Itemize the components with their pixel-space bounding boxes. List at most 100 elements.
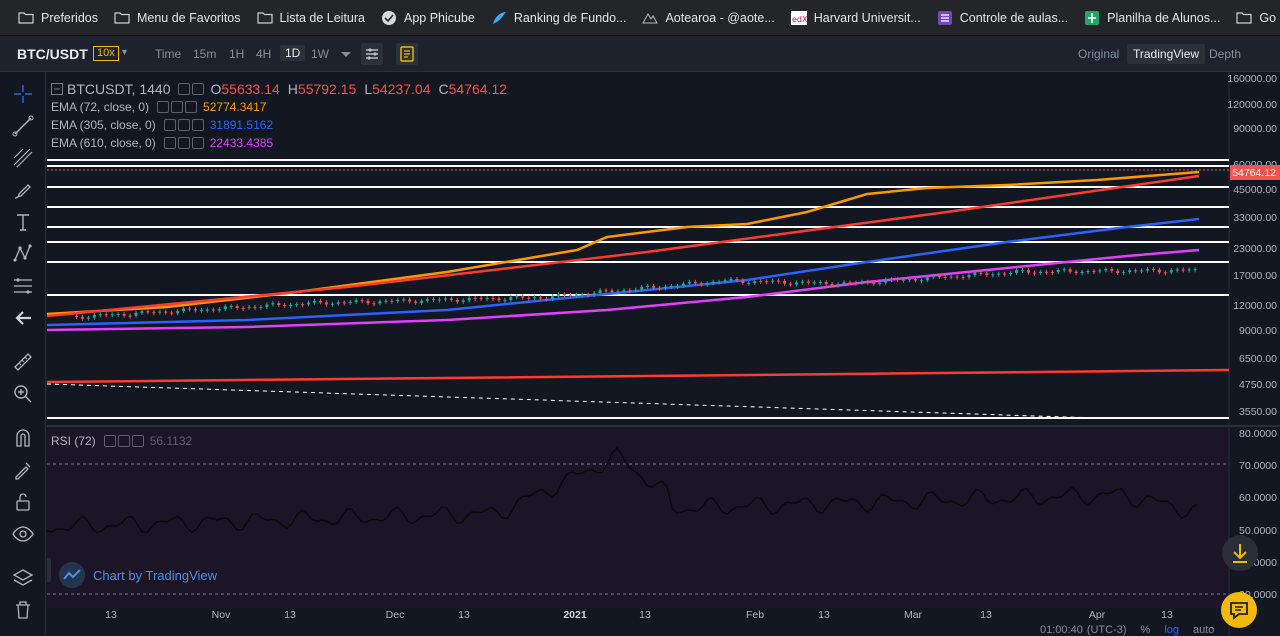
status-bar: 01:00:40 (UTC-3) % log auto xyxy=(1040,624,1280,636)
time-tick-label: 13 xyxy=(105,609,117,621)
view-original[interactable]: Original xyxy=(1078,47,1119,61)
rsi-legend: RSI (72) 56.1132 xyxy=(51,434,192,448)
bookmark-go-english[interactable]: Go English xyxy=(1228,0,1280,36)
timeframe-dropdown-icon[interactable] xyxy=(335,43,357,65)
candle xyxy=(1163,272,1167,274)
candle xyxy=(330,303,334,305)
candle xyxy=(693,281,697,284)
current-price-label: 54764.12 xyxy=(1232,167,1276,179)
bookmark-harvard[interactable]: edX Harvard Universit... xyxy=(783,0,929,36)
candle xyxy=(634,289,638,291)
leverage-caret-icon[interactable]: ▼ xyxy=(120,47,129,57)
candle xyxy=(1169,270,1173,273)
bookmarks-bar: Preferidos Menu de Favoritos Lista de Le… xyxy=(0,0,1280,36)
leverage-badge[interactable]: 10x xyxy=(93,46,119,61)
bookmark-controle-aulas[interactable]: Controle de aulas... xyxy=(929,0,1076,36)
eye-icon[interactable] xyxy=(11,522,35,546)
candle xyxy=(301,304,305,306)
drawing-toolbar xyxy=(0,72,46,636)
candle xyxy=(1068,269,1072,272)
bookmark-planilha-alunos[interactable]: Planilha de Alunos... xyxy=(1076,0,1228,36)
notes-icon[interactable] xyxy=(396,43,418,65)
candle xyxy=(152,312,156,314)
candle xyxy=(866,281,870,283)
percent-toggle[interactable]: % xyxy=(1141,624,1151,636)
indicator-settings-icon[interactable] xyxy=(361,43,383,65)
chart-legend: BTCUSDT, 1440 O 55633.14 H 55792.15 L 54237… xyxy=(51,80,507,152)
trash-icon[interactable] xyxy=(11,598,35,622)
bookmark-app-phicube[interactable]: App Phicube xyxy=(373,0,483,36)
legend-symbol-buttons[interactable] xyxy=(178,83,205,95)
candle xyxy=(140,311,144,313)
download-button[interactable] xyxy=(1222,535,1258,571)
candle xyxy=(146,311,150,313)
auto-toggle[interactable]: auto xyxy=(1193,624,1214,636)
candle xyxy=(1056,270,1060,273)
timeframe-4h[interactable]: 4H xyxy=(256,47,271,61)
rsi-buttons[interactable] xyxy=(103,435,144,447)
candle xyxy=(729,278,733,281)
timeframe-15m[interactable]: 15m xyxy=(193,47,216,61)
pattern-icon[interactable] xyxy=(11,242,35,266)
timeframe-1h[interactable]: 1H xyxy=(229,47,244,61)
candle xyxy=(931,275,935,278)
timezone[interactable]: (UTC-3) xyxy=(1087,624,1127,636)
bookmark-label: Menu de Favoritos xyxy=(136,10,241,25)
forms-icon xyxy=(937,10,952,25)
low-label: L xyxy=(364,81,373,97)
timeframe-1d[interactable]: 1D xyxy=(280,45,306,61)
bookmark-lista-leitura[interactable]: Lista de Leitura xyxy=(249,0,373,36)
candle xyxy=(842,282,846,285)
ema610-legend: EMA (610, close, 0) 22433.4385 xyxy=(51,134,507,152)
ema305-label: EMA (305, close, 0) xyxy=(51,118,156,132)
timeframe-1w[interactable]: 1W xyxy=(311,47,329,61)
timeframe-time[interactable]: Time xyxy=(155,47,181,61)
candle xyxy=(789,283,792,285)
candle xyxy=(592,293,596,296)
candle xyxy=(473,297,477,299)
tradingview-watermark[interactable]: Chart by TradingView xyxy=(59,562,217,588)
time-tick-label: 13 xyxy=(284,609,296,621)
bookmark-aotearoa[interactable]: Aotearoa - @aote... xyxy=(634,0,782,36)
view-depth[interactable]: Depth xyxy=(1209,47,1241,61)
pitchfork-icon[interactable] xyxy=(11,146,35,170)
bookmark-label: App Phicube xyxy=(404,10,475,25)
ruler-icon[interactable] xyxy=(11,350,35,374)
candle xyxy=(539,297,543,299)
ema610-buttons[interactable] xyxy=(163,137,204,149)
brush-icon[interactable] xyxy=(11,178,35,202)
chat-button[interactable] xyxy=(1221,592,1257,628)
candle xyxy=(271,303,275,305)
bookmark-preferidos[interactable]: Preferidos xyxy=(10,0,106,36)
unlock-icon[interactable] xyxy=(11,490,35,514)
ema72-buttons[interactable] xyxy=(157,101,198,113)
layers-icon[interactable] xyxy=(11,566,35,590)
zoom-in-icon[interactable] xyxy=(11,382,35,406)
lock-drawing-icon[interactable] xyxy=(11,458,35,482)
pair-selector[interactable]: BTC/USDT xyxy=(17,46,88,62)
candle xyxy=(307,302,311,305)
candle xyxy=(878,282,882,284)
trend-line-icon[interactable] xyxy=(11,114,35,138)
collapse-icon[interactable] xyxy=(51,83,63,95)
log-toggle[interactable]: log xyxy=(1164,624,1179,636)
rsi-value: 56.1132 xyxy=(149,434,193,448)
candle xyxy=(622,290,626,292)
view-tradingview[interactable]: TradingView xyxy=(1127,44,1206,64)
candle xyxy=(467,297,471,301)
candle xyxy=(414,301,418,303)
candle xyxy=(1193,269,1197,271)
candle xyxy=(134,312,138,316)
chart-area[interactable]: 160000.00120000.0090000.0060000.0045000.… xyxy=(47,72,1280,636)
ema305-buttons[interactable] xyxy=(163,119,204,131)
crosshair-icon[interactable] xyxy=(11,82,35,106)
sheets-icon xyxy=(1085,10,1100,25)
back-arrow-icon[interactable] xyxy=(11,306,35,330)
fib-retracement-icon[interactable] xyxy=(11,274,35,298)
bookmark-ranking-fundos[interactable]: Ranking de Fundo... xyxy=(483,0,635,36)
price-chart[interactable]: 160000.00120000.0090000.0060000.0045000.… xyxy=(47,72,1280,636)
magnet-icon[interactable] xyxy=(11,426,35,450)
bookmark-menu-favoritos[interactable]: Menu de Favoritos xyxy=(106,0,249,36)
text-tool-icon[interactable] xyxy=(11,210,35,234)
high-label: H xyxy=(287,81,298,97)
